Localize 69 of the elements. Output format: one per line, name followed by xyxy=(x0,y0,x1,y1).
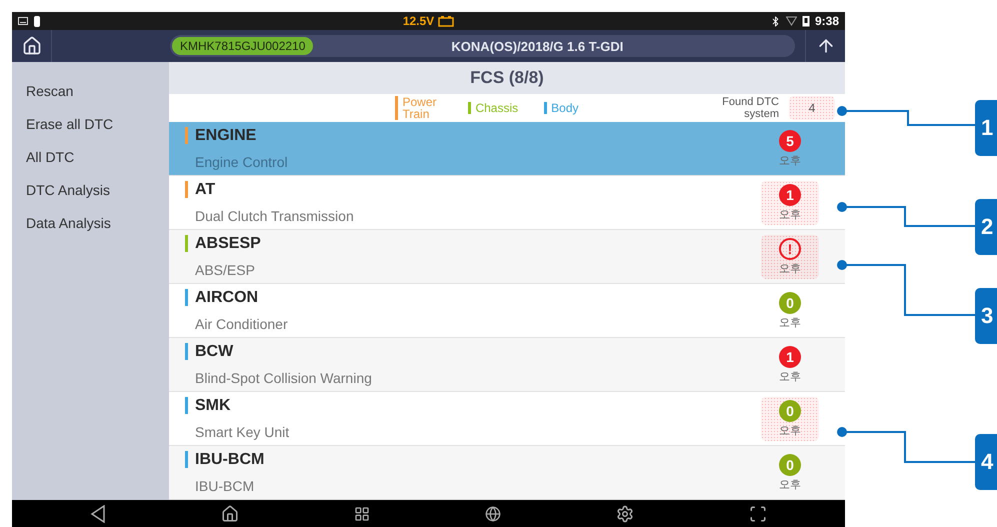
dtc-count-badge: 0 xyxy=(779,400,801,422)
callout-number: 4 xyxy=(975,434,997,490)
sidebar-item[interactable]: Data Analysis xyxy=(12,206,111,239)
dtc-count-badge: 0 xyxy=(779,454,801,476)
sidebar-item[interactable]: Rescan xyxy=(12,74,74,107)
panel-title: FCS (8/8) xyxy=(169,62,845,94)
back-icon xyxy=(90,504,106,522)
alert-badge: ! xyxy=(779,238,801,260)
home-icon xyxy=(22,36,42,56)
system-description: Blind-Spot Collision Warning xyxy=(194,370,373,386)
wifi-icon xyxy=(786,16,797,26)
system-name: ABSESP xyxy=(185,235,261,252)
time-label: 오후 xyxy=(779,316,801,330)
legend-item: Body xyxy=(544,102,579,114)
system-row[interactable]: IBU-BCM IBU-BCM 0 오후 xyxy=(169,446,845,500)
apps-button[interactable] xyxy=(354,506,370,522)
system-description: Engine Control xyxy=(194,154,289,170)
system-name: AT xyxy=(185,181,216,198)
system-name: ENGINE xyxy=(185,127,256,144)
callout-number: 1 xyxy=(975,100,997,156)
fullscreen-icon xyxy=(749,504,768,522)
time-label: 오후 xyxy=(779,478,801,492)
bluetooth-icon xyxy=(770,16,781,26)
dtc-count-badge: 5 xyxy=(779,130,801,152)
system-name: BCW xyxy=(185,343,234,360)
globe-icon xyxy=(485,506,502,522)
back-button[interactable] xyxy=(90,504,106,522)
legend-item: Chassis xyxy=(468,102,518,114)
sidebar-item[interactable]: DTC Analysis xyxy=(12,173,110,206)
found-dtc-count: 4 xyxy=(789,96,835,120)
system-description: ABS/ESP xyxy=(194,262,256,278)
settings-icon xyxy=(616,504,634,522)
battery-icon xyxy=(34,16,40,26)
found-dtc-label: Found DTC system xyxy=(721,96,779,120)
vin-badge: KMHK7815GJU002210 xyxy=(172,37,314,55)
time-label: 오후 xyxy=(779,370,801,384)
home-button[interactable] xyxy=(220,504,239,522)
screen-icon xyxy=(18,17,28,25)
system-description: Smart Key Unit xyxy=(194,424,290,440)
clock-text: 9:38 xyxy=(814,14,840,28)
vehicle-model-text: KONA(OS)/2018/G 1.6 T-GDI xyxy=(451,38,624,54)
globe-button[interactable] xyxy=(485,506,502,522)
grid-icon xyxy=(354,506,370,522)
callout-number: 3 xyxy=(975,288,997,344)
time-label: 오후 xyxy=(779,424,801,438)
time-label: 오후 xyxy=(779,262,801,276)
system-description: IBU-BCM xyxy=(194,478,256,494)
system-row[interactable]: BCW Blind-Spot Collision Warning 1 오후 xyxy=(169,338,845,392)
system-name: IBU-BCM xyxy=(185,451,264,468)
dtc-count-badge: 1 xyxy=(779,184,801,206)
system-row[interactable]: ABSESP ABS/ESP ! 오후 xyxy=(169,230,845,284)
home-icon xyxy=(220,504,239,522)
fullscreen-button[interactable] xyxy=(749,504,768,522)
system-description: Air Conditioner xyxy=(194,316,289,332)
system-name: AIRCON xyxy=(185,289,258,306)
battery-icon xyxy=(802,15,810,27)
time-label: 오후 xyxy=(779,208,801,222)
time-label: 오후 xyxy=(779,154,801,168)
system-row[interactable]: ENGINE Engine Control 5 오후 xyxy=(169,122,845,176)
voltage-text: 12.5V xyxy=(402,14,434,28)
sidebar-item[interactable]: Erase all DTC xyxy=(12,107,114,140)
dtc-count-badge: 1 xyxy=(779,346,801,368)
system-name: SMK xyxy=(185,397,231,414)
dtc-count-badge: 0 xyxy=(779,292,801,314)
system-description: Dual Clutch Transmission xyxy=(194,208,355,224)
car-battery-icon xyxy=(438,16,454,26)
settings-button[interactable] xyxy=(616,504,634,522)
callout-number: 2 xyxy=(975,199,997,255)
sidebar-item[interactable]: All DTC xyxy=(12,140,74,173)
